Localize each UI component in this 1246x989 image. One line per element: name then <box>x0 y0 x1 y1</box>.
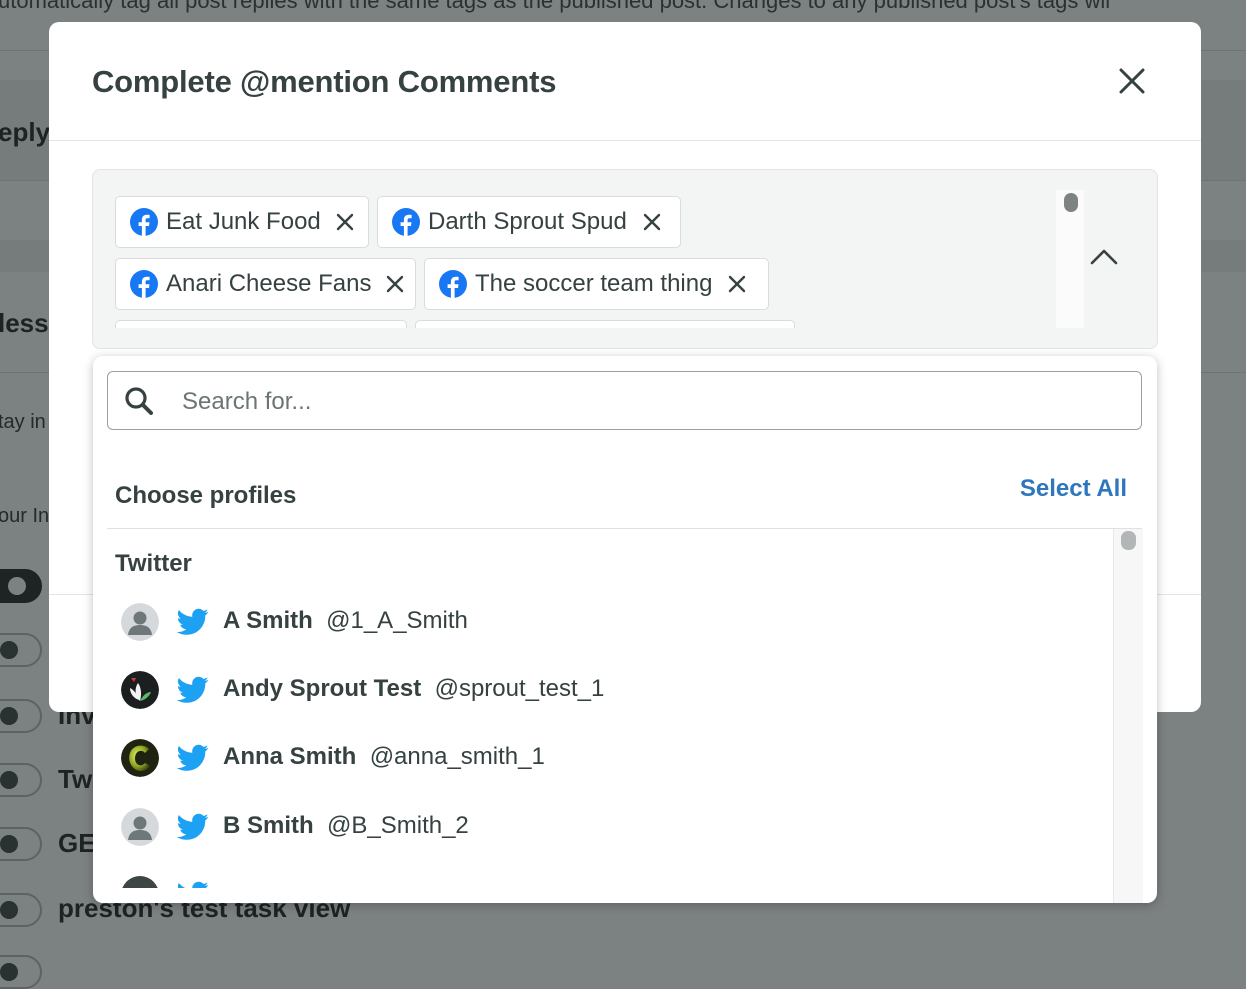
profile-handle: @1_A_Smith <box>326 607 468 634</box>
profile-chip: The soccer team thing <box>424 258 769 310</box>
remove-chip-button[interactable] <box>335 211 356 233</box>
profile-picker-dropdown: Choose profiles Select All Twitter A Smi… <box>93 356 1157 903</box>
background-toggle <box>0 893 42 927</box>
background-text: our In <box>0 505 50 527</box>
facebook-icon <box>130 208 158 236</box>
profile-chip-label: Anari Cheese Fans <box>166 270 372 297</box>
twitter-icon <box>177 608 209 635</box>
close-icon <box>643 213 660 231</box>
close-icon <box>1119 68 1145 94</box>
background-text: tay in <box>0 411 46 433</box>
twitter-icon <box>177 881 209 888</box>
modal-header: Complete @mention Comments <box>49 22 1201 141</box>
background-heading: eply <box>0 117 51 147</box>
background-toggle <box>0 763 42 797</box>
selected-profile-chips: Eat Junk Food Darth Sprout Spud Anari Ch… <box>115 196 1055 328</box>
profile-name: Andy Sprout Test <box>223 675 422 702</box>
profile-name-text: Andy Sprout Test @sprout_test_1 <box>223 675 604 703</box>
search-input[interactable] <box>180 382 1104 422</box>
list-item[interactable] <box>93 861 1111 888</box>
list-item[interactable]: A Smith @1_A_Smith <box>93 588 1111 656</box>
profile-name-text: B Smith @B_Smith_2 <box>223 812 469 840</box>
chips-scrollbar[interactable] <box>1056 190 1084 328</box>
profile-handle: @anna_smith_1 <box>369 743 545 770</box>
close-icon <box>729 275 746 293</box>
chevron-up-icon <box>1090 249 1118 265</box>
list-item[interactable]: Andy Sprout Test @sprout_test_1 <box>93 656 1111 724</box>
background-toggle <box>0 633 42 667</box>
selected-profiles-box[interactable]: Eat Junk Food Darth Sprout Spud Anari Ch… <box>92 169 1158 349</box>
profile-name: A Smith <box>223 607 313 634</box>
background-row-label: Tw <box>58 764 93 794</box>
profile-chip-label: The soccer team thing <box>475 270 713 297</box>
scrollbar-thumb[interactable] <box>1121 531 1136 550</box>
background-toggle <box>0 827 42 861</box>
divider <box>107 528 1142 529</box>
profile-name: Anna Smith <box>223 743 357 770</box>
search-field <box>107 371 1142 430</box>
background-heading: less <box>0 308 49 338</box>
letter-c-avatar <box>121 739 159 777</box>
twitter-icon <box>177 676 209 703</box>
group-title-twitter: Twitter <box>115 550 192 577</box>
modal-title: Complete @mention Comments <box>92 64 557 99</box>
list-item[interactable]: B Smith @B_Smith_2 <box>93 793 1111 861</box>
background-toggle <box>0 699 42 733</box>
profile-chip-label: Eat Junk Food <box>166 208 321 235</box>
profile-handle: @B_Smith_2 <box>327 812 469 839</box>
profile-handle: @sprout_test_1 <box>434 675 605 702</box>
profile-chip <box>115 320 407 328</box>
default-avatar <box>121 603 159 641</box>
close-button[interactable] <box>1115 64 1149 98</box>
select-all-button[interactable]: Select All <box>1020 475 1127 503</box>
background-toggle <box>0 955 42 989</box>
profile-chip: Darth Sprout Spud <box>377 196 681 248</box>
choose-profiles-label: Choose profiles <box>115 482 297 509</box>
twitter-icon <box>177 744 209 771</box>
background-description: utomatically tag all post replies with t… <box>0 0 1111 13</box>
facebook-icon <box>130 270 158 298</box>
profile-chip <box>415 320 795 328</box>
close-icon <box>337 213 354 231</box>
profile-chip: Anari Cheese Fans <box>115 258 416 310</box>
default-avatar <box>121 808 159 846</box>
remove-chip-button[interactable] <box>385 273 405 295</box>
facebook-icon <box>439 270 467 298</box>
profile-list-scrollbar[interactable] <box>1113 529 1143 903</box>
collapse-button[interactable] <box>1089 242 1119 272</box>
default-avatar <box>121 876 159 888</box>
list-item[interactable]: Anna Smith @anna_smith_1 <box>93 724 1111 792</box>
facebook-icon <box>392 208 420 236</box>
close-icon <box>387 275 404 293</box>
sprout-logo-avatar <box>121 671 159 709</box>
profile-name: B Smith <box>223 812 314 839</box>
profile-name-text: Anna Smith @anna_smith_1 <box>223 743 545 771</box>
background-toggle <box>0 569 42 603</box>
background-row-label: GE <box>58 828 96 858</box>
remove-chip-button[interactable] <box>726 273 748 295</box>
profile-chip-label: Darth Sprout Spud <box>428 208 627 235</box>
profile-name-text: A Smith @1_A_Smith <box>223 607 468 635</box>
profile-chip: Eat Junk Food <box>115 196 369 248</box>
twitter-icon <box>177 813 209 840</box>
profile-list: A Smith @1_A_Smith Andy Sprout Test @spr… <box>93 588 1111 888</box>
scrollbar-thumb[interactable] <box>1064 193 1078 212</box>
search-icon <box>125 387 153 415</box>
remove-chip-button[interactable] <box>641 211 663 233</box>
